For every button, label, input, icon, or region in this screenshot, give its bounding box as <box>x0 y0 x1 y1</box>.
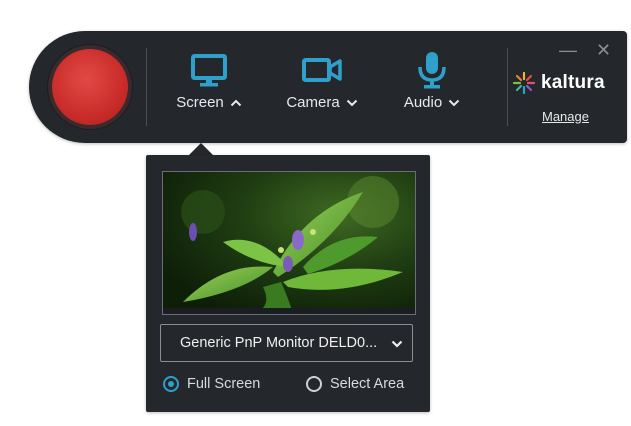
minimize-button[interactable]: — <box>559 40 577 61</box>
full-screen-label: Full Screen <box>187 376 261 392</box>
audio-label: Audio <box>403 94 443 111</box>
microphone-icon <box>418 52 446 89</box>
screen-label: Screen <box>176 94 224 111</box>
radio-unchecked-icon <box>306 376 322 392</box>
close-button[interactable]: ✕ <box>596 40 611 61</box>
screen-preview <box>162 171 416 315</box>
screen-options-panel: Generic PnP Monitor DELD0... Full Screen… <box>146 155 430 412</box>
monitor-select-value: Generic PnP Monitor DELD0... <box>180 335 378 351</box>
screen-source-button[interactable]: Screen <box>163 50 255 112</box>
toolbar-divider <box>146 48 147 126</box>
chevron-up-icon <box>230 99 241 106</box>
chevron-down-icon <box>391 340 403 348</box>
select-area-radio[interactable]: Select Area <box>306 376 404 392</box>
brand-name: kaltura <box>541 72 605 93</box>
manage-link[interactable]: Manage <box>542 109 589 124</box>
screen-preview-image <box>163 172 415 314</box>
kaltura-logo-icon <box>513 72 535 94</box>
monitor-select[interactable]: Generic PnP Monitor DELD0... <box>160 324 413 362</box>
toolbar-divider <box>507 48 508 126</box>
video-camera-icon <box>302 58 342 82</box>
full-screen-radio[interactable]: Full Screen <box>163 376 260 392</box>
record-button[interactable] <box>52 49 128 125</box>
monitor-icon <box>191 54 227 87</box>
radio-checked-icon <box>163 376 179 392</box>
audio-source-button[interactable]: Audio <box>386 50 478 112</box>
camera-source-button[interactable]: Camera <box>276 50 368 112</box>
chevron-down-icon <box>346 99 357 106</box>
panel-pointer <box>189 143 213 155</box>
select-area-label: Select Area <box>330 376 405 392</box>
chevron-down-icon <box>448 99 460 106</box>
camera-label: Camera <box>286 94 340 111</box>
kaltura-logo: kaltura <box>513 72 605 94</box>
